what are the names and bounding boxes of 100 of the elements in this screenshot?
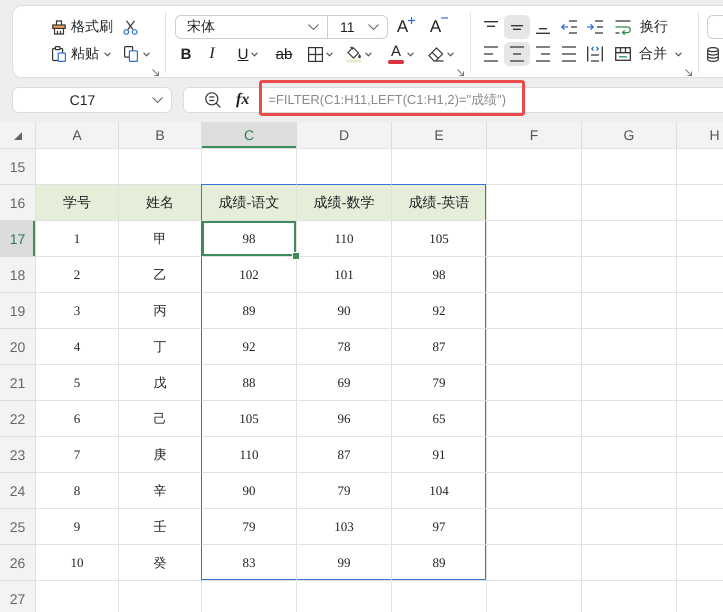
bold-button[interactable]: B — [175, 42, 197, 66]
table-cell: 65 — [391, 400, 486, 436]
table-cell: 9 — [35, 508, 118, 544]
row-header[interactable]: 21 — [0, 364, 35, 400]
table-cell: 97 — [391, 508, 486, 544]
column-header[interactable]: G — [581, 122, 676, 148]
paste-button[interactable]: 粘贴 — [50, 42, 114, 66]
italic-button[interactable]: I — [201, 42, 223, 66]
table-cell: 79 — [201, 508, 296, 544]
table-cell: 乙 — [118, 256, 201, 292]
header-cell: 学号 — [35, 184, 118, 220]
caret-icon — [143, 52, 150, 56]
row-header[interactable]: 19 — [0, 292, 35, 328]
table-cell: 78 — [296, 328, 391, 364]
copy-icon — [124, 46, 138, 62]
header-cell: 成绩-英语 — [391, 184, 486, 220]
column-header[interactable]: H — [676, 122, 723, 148]
grow-font-button[interactable]: A — [393, 15, 419, 39]
select-all-icon[interactable] — [14, 132, 22, 140]
table-cell: 88 — [201, 364, 296, 400]
justify-icon — [561, 46, 577, 62]
fill-handle-icon[interactable] — [292, 252, 300, 260]
table-cell: 87 — [296, 436, 391, 472]
align-center-icon — [509, 46, 525, 62]
table-cell: 105 — [201, 400, 296, 436]
decrease-indent-icon — [561, 20, 577, 34]
swatch-icon — [388, 60, 404, 64]
table-cell: 辛 — [118, 472, 201, 508]
strikethrough-button[interactable]: ab — [273, 42, 295, 66]
table-cell: 90 — [296, 292, 391, 328]
row-header[interactable]: 16 — [0, 184, 35, 220]
align-left-icon — [483, 46, 499, 62]
chevron-icon — [308, 24, 319, 30]
table-cell: 壬 — [118, 508, 201, 544]
table-cell: 89 — [201, 292, 296, 328]
font-family-dropdown[interactable]: 宋体 — [176, 16, 327, 38]
row-header[interactable]: 23 — [0, 436, 35, 472]
caret-icon — [447, 52, 454, 56]
row-header[interactable]: 25 — [0, 508, 35, 544]
corner-arrow-icon[interactable] — [152, 68, 159, 76]
merge-button[interactable]: 合并 — [612, 42, 682, 66]
formula-field[interactable]: fx =FILTER(C1:H11,LEFT(C1:H1,2)="成绩") — [183, 87, 723, 113]
table-cell: 99 — [296, 544, 391, 580]
row-header[interactable]: 17 — [0, 220, 35, 256]
corner-arrow-icon[interactable] — [457, 68, 464, 76]
align-middle-button[interactable] — [504, 15, 530, 39]
column-header[interactable]: D — [296, 122, 391, 148]
chevron-icon — [368, 24, 379, 30]
table-cell: 丁 — [118, 328, 201, 364]
table-cell: 己 — [118, 400, 201, 436]
column-header[interactable]: E — [391, 122, 486, 148]
corner-arrow-icon[interactable] — [685, 68, 692, 76]
table-cell: 90 — [201, 472, 296, 508]
table-cell: 103 — [296, 508, 391, 544]
table-cell: 96 — [296, 400, 391, 436]
column-header[interactable]: F — [486, 122, 581, 148]
function-label[interactable]: fx — [236, 91, 250, 109]
merge-icon — [615, 47, 631, 61]
database-icon[interactable] — [707, 46, 719, 62]
column-header[interactable]: C — [201, 122, 296, 148]
table-cell: 92 — [201, 328, 296, 364]
minus-icon — [441, 17, 448, 19]
row-header[interactable]: 27 — [0, 580, 35, 612]
table-cell: 79 — [391, 364, 486, 400]
paint-bucket-icon — [346, 46, 362, 62]
align-bottom-icon — [535, 28, 551, 34]
row-header[interactable]: 15 — [0, 148, 35, 184]
table-cell: 92 — [391, 292, 486, 328]
table-cell: 1 — [35, 220, 118, 256]
eraser-icon — [428, 46, 444, 62]
column-header[interactable]: A — [35, 122, 118, 148]
chevron-icon — [152, 97, 163, 103]
format-painter-button[interactable]: 格式刷 — [50, 15, 114, 39]
name-box[interactable]: C17 — [12, 87, 172, 113]
font-size-dropdown[interactable]: 11 — [327, 16, 387, 38]
increase-indent-icon — [587, 20, 603, 34]
caret-icon — [251, 52, 258, 56]
magnifier-icon[interactable] — [205, 92, 221, 108]
brush-icon — [52, 20, 66, 34]
table-cell: 87 — [391, 328, 486, 364]
align-center-button[interactable] — [504, 42, 530, 66]
wrap-text-button[interactable]: 换行 — [612, 15, 670, 39]
shrink-font-button[interactable]: A — [426, 15, 452, 39]
row-header[interactable]: 20 — [0, 328, 35, 364]
row-header[interactable]: 18 — [0, 256, 35, 292]
caret-icon — [326, 52, 332, 56]
table-cell: 69 — [296, 364, 391, 400]
table-cell: 6 — [35, 400, 118, 436]
table-cell: 79 — [296, 472, 391, 508]
table-cell: 3 — [35, 292, 118, 328]
formula-text: =FILTER(C1:H11,LEFT(C1:H1,2)="成绩") — [268, 92, 506, 108]
table-cell: 83 — [201, 544, 296, 580]
row-header[interactable]: 22 — [0, 400, 35, 436]
table-cell: 癸 — [118, 544, 201, 580]
row-header[interactable]: 24 — [0, 472, 35, 508]
header-cell: 成绩-语文 — [201, 184, 296, 220]
underline-button[interactable]: U — [231, 42, 265, 66]
table-cell: 2 — [35, 256, 118, 292]
font-color-button[interactable]: A — [384, 42, 418, 66]
row-header[interactable]: 26 — [0, 544, 35, 580]
